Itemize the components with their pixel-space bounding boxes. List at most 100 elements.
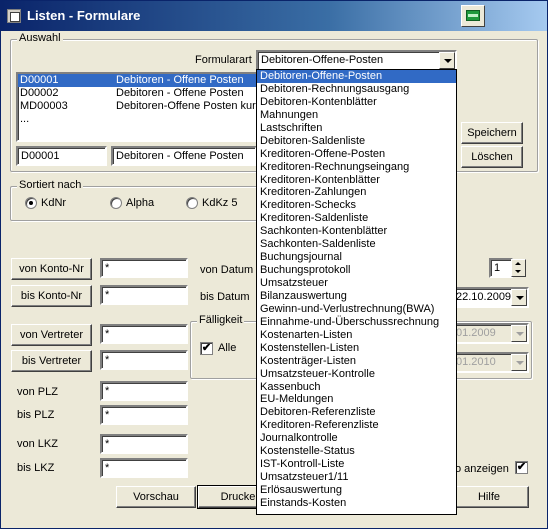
sort-kdkz-label: KdKz 5 [202,197,238,209]
list-item[interactable]: D00002 Debitoren - Offene Posten [18,87,258,100]
main-window: Listen - Formulare Auswahl Formularart D… [0,0,548,529]
dropdown-option[interactable]: Debitoren-Referenzliste [257,406,456,419]
dropdown-option[interactable]: Einstands-Kosten [257,497,456,510]
bis-datum-select[interactable]: 22.10.2009 [451,287,529,308]
sort-kdkz-radio[interactable] [186,197,198,209]
list-item-code: ... [20,113,30,125]
bis-konto-button[interactable]: bis Konto-Nr [11,285,92,307]
window-title: Listen - Formulare [27,8,141,23]
bis-vertreter-input[interactable]: * [100,350,188,370]
dropdown-option[interactable]: Kreditoren-Zahlungen [257,186,456,199]
von-vertreter-input[interactable]: * [100,324,188,344]
preview-button[interactable]: Vorschau [116,486,196,508]
dropdown-option[interactable]: Debitoren-Saldenliste [257,135,456,148]
save-button[interactable]: Speichern [461,122,523,144]
dropdown-option[interactable]: Kostenstellen-Listen [257,342,456,355]
sort-kdnr-radio[interactable] [25,197,37,209]
faellig-date1-value: 01.2009 [456,327,496,339]
alle-checkbox[interactable]: ✔ [200,342,213,355]
von-konto-input[interactable]: * [100,258,188,278]
faelligkeit-legend: Fälligkeit [197,314,245,326]
dropdown-option[interactable]: Sachkonten-Kontenblätter [257,225,456,238]
dropdown-option[interactable]: Gewinn-und-Verlustrechnung(BWA) [257,303,456,316]
dropdown-option[interactable]: Buchungsjournal [257,251,456,264]
title-bar: Listen - Formulare [1,1,547,31]
list-item-code: D00001 [20,74,59,86]
bis-vertreter-button[interactable]: bis Vertreter [11,350,92,372]
von-konto-button[interactable]: von Konto-Nr [11,258,92,280]
chevron-down-icon[interactable] [511,325,527,342]
dropdown-option[interactable]: Bilanzauswertung [257,290,456,303]
dropdown-option[interactable]: Kassenbuch [257,381,456,394]
bis-lkz-label: bis LKZ [17,462,55,474]
dropdown-option[interactable]: Kreditoren-Referenzliste [257,419,456,432]
dropdown-option[interactable]: Mahnungen [257,109,456,122]
dropdown-option[interactable]: Umsatzsteuer-Kontrolle [257,368,456,381]
code-field[interactable]: D00001 [16,146,107,166]
von-lkz-input[interactable]: * [100,434,188,454]
dropdown-option[interactable]: Buchungsprotokoll [257,264,456,277]
dropdown-option[interactable]: EU-Meldungen [257,393,456,406]
von-datum-label: von Datum [200,264,254,276]
dropdown-option[interactable]: Kostenstelle-Status [257,445,456,458]
faellig-date1-select[interactable]: 01.2009 [451,323,529,344]
sort-alpha-radio[interactable] [110,197,122,209]
list-item[interactable]: D00001 Debitoren - Offene Posten [18,74,258,87]
bis-plz-input[interactable]: * [100,405,188,425]
calendar-dropdown-icon[interactable] [511,289,527,306]
name-field[interactable]: Debitoren - Offene Posten [111,146,257,166]
dropdown-option[interactable]: Kostenarten-Listen [257,329,456,342]
delete-button[interactable]: Löschen [461,146,523,168]
anzeigen-checkbox[interactable]: ✔ [515,461,528,474]
dropdown-option[interactable]: Debitoren-Rechnungsausgang [257,83,456,96]
bis-datum-label: bis Datum [200,291,250,303]
von-plz-input[interactable]: * [100,381,188,401]
dropdown-option[interactable]: IST-Kontroll-Liste [257,458,456,471]
dropdown-option[interactable]: Umsatzsteuer [257,277,456,290]
dropdown-option[interactable]: Kreditoren-Offene-Posten [257,148,456,161]
list-item[interactable]: MD00003 Debitoren-Offene Posten kurz [18,100,258,113]
list-item-code: D00002 [20,87,59,99]
bis-lkz-input[interactable]: * [100,458,188,478]
spin-up-icon[interactable] [515,262,521,265]
formularart-value: Debitoren-Offene-Posten [261,54,384,66]
dropdown-option[interactable]: Kreditoren-Rechnungseingang [257,161,456,174]
formularart-dropdown-list[interactable]: Debitoren-Offene-Posten Debitoren-Rechnun… [256,69,457,515]
dropdown-option[interactable]: Sachkonten-Saldenliste [257,238,456,251]
bis-konto-input[interactable]: * [100,285,188,305]
formularart-select[interactable]: Debitoren-Offene-Posten [256,50,457,71]
chevron-down-icon[interactable] [439,52,455,69]
dropdown-option[interactable]: Kreditoren-Kontenblätter [257,174,456,187]
spin-down-icon[interactable] [515,270,521,273]
dropdown-option[interactable]: Einnahme-und-Überschussrechnung [257,316,456,329]
help-button[interactable]: Hilfe [449,486,529,508]
list-item-code: MD00003 [20,100,68,112]
chevron-down-icon[interactable] [511,354,527,371]
von-lkz-label: von LKZ [17,438,58,450]
sort-alpha-label: Alpha [126,197,155,209]
auswahl-legend: Auswahl [17,32,63,44]
faellig-date2-select[interactable]: 01.2010 [451,352,529,373]
dropdown-option[interactable]: Lastschriften [257,122,456,135]
alle-label: Alle [218,342,237,354]
dropdown-option[interactable]: Journalkontrolle [257,432,456,445]
dropdown-option[interactable]: Kreditoren-Saldenliste [257,212,456,225]
dropdown-option[interactable]: Debitoren-Offene-Posten [257,70,456,83]
dropdown-option[interactable]: Erlösauswertung [257,484,456,497]
printer-icon[interactable] [461,5,485,27]
formular-list[interactable]: D00001 Debitoren - Offene Posten D00002 Deb… [16,72,260,142]
formularart-label: Formularart [195,54,252,66]
spinner-input[interactable]: 1 [489,258,513,278]
list-item[interactable]: ... [18,113,258,126]
spinner-arrows[interactable] [511,259,526,277]
dropdown-option[interactable]: Kreditoren-Schecks [257,199,456,212]
dropdown-option[interactable]: Kostenträger-Listen [257,355,456,368]
app-icon[interactable] [7,9,21,23]
von-vertreter-button[interactable]: von Vertreter [11,324,92,346]
bis-plz-label: bis PLZ [17,409,55,421]
dropdown-option[interactable]: Umsatzsteuer1/11 [257,471,456,484]
dropdown-option[interactable]: Debitoren-Kontenblätter [257,96,456,109]
list-item-name: Debitoren - Offene Posten [116,87,244,99]
sort-kdnr-label: KdNr [41,197,67,209]
von-plz-label: von PLZ [17,386,58,398]
